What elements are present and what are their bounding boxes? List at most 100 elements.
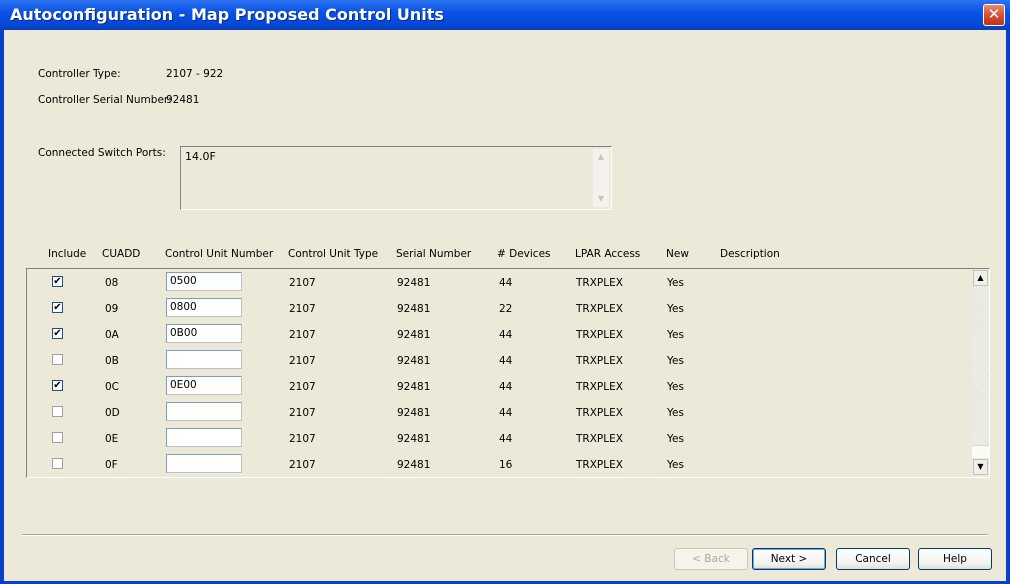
new-cell: Yes	[667, 407, 684, 419]
cu-number-input[interactable]: 0E00	[166, 376, 242, 395]
cu-number-input[interactable]: 0500	[166, 272, 242, 291]
lpar-cell: TRXPLEX	[576, 277, 623, 289]
col-header-description: Description	[720, 248, 780, 260]
table-row[interactable]: ✔ 08 0500 2107 92481 44 TRXPLEX Yes	[27, 270, 967, 296]
col-header-cuadd: CUADD	[102, 248, 141, 260]
table-row[interactable]: 0D 2107 92481 44 TRXPLEX Yes	[27, 400, 967, 426]
cuadd-cell: 08	[105, 277, 119, 289]
new-cell: Yes	[667, 303, 684, 315]
cu-type-cell: 2107	[289, 459, 316, 471]
col-header-cu-number: Control Unit Number	[165, 248, 274, 260]
lpar-cell: TRXPLEX	[576, 355, 623, 367]
cu-number-input[interactable]	[166, 428, 242, 447]
scroll-up-icon[interactable]: ▲	[593, 149, 609, 165]
devices-cell: 44	[499, 407, 513, 419]
cu-number-input[interactable]: 0800	[166, 298, 242, 317]
ports-scrollbar[interactable]: ▲ ▼	[593, 149, 609, 207]
include-checkbox[interactable]	[52, 406, 63, 417]
include-checkbox[interactable]: ✔	[52, 380, 63, 391]
connected-port-item: 14.0F	[185, 150, 216, 163]
grid-scrollbar[interactable]: ▲ ▼	[972, 269, 989, 477]
devices-cell: 44	[499, 329, 513, 341]
cu-type-cell: 2107	[289, 329, 316, 341]
new-cell: Yes	[667, 433, 684, 445]
controller-type-label: Controller Type:	[38, 68, 121, 80]
devices-cell: 44	[499, 277, 513, 289]
include-checkbox[interactable]	[52, 432, 63, 443]
new-cell: Yes	[667, 329, 684, 341]
serial-cell: 92481	[397, 355, 431, 367]
cu-type-cell: 2107	[289, 277, 316, 289]
cuadd-cell: 0C	[105, 381, 120, 393]
cu-number-input[interactable]: 0B00	[166, 324, 242, 343]
cuadd-cell: 09	[105, 303, 119, 315]
include-checkbox[interactable]: ✔	[52, 328, 63, 339]
serial-cell: 92481	[397, 433, 431, 445]
cu-type-cell: 2107	[289, 407, 316, 419]
scroll-up-icon[interactable]: ▲	[973, 270, 988, 286]
col-header-new: New	[666, 248, 689, 260]
controller-type-value: 2107 - 922	[166, 68, 224, 80]
controller-serial-value: 92481	[166, 94, 200, 106]
new-cell: Yes	[667, 381, 684, 393]
serial-cell: 92481	[397, 303, 431, 315]
include-checkbox[interactable]	[52, 458, 63, 469]
table-row[interactable]: 0E 2107 92481 44 TRXPLEX Yes	[27, 426, 967, 452]
col-header-devices: # Devices	[497, 248, 551, 260]
cancel-button[interactable]: Cancel	[836, 548, 910, 570]
cuadd-cell: 0D	[105, 407, 120, 419]
col-header-lpar: LPAR Access	[575, 248, 641, 260]
include-checkbox[interactable]	[52, 354, 63, 365]
next-button[interactable]: Next >	[752, 548, 826, 570]
devices-cell: 44	[499, 433, 513, 445]
devices-cell: 44	[499, 355, 513, 367]
devices-cell: 22	[499, 303, 513, 315]
dialog-window: Autoconfiguration - Map Proposed Control…	[0, 0, 1010, 584]
window-title: Autoconfiguration - Map Proposed Control…	[10, 5, 444, 24]
lpar-cell: TRXPLEX	[576, 433, 623, 445]
table-row[interactable]: 0B 2107 92481 44 TRXPLEX Yes	[27, 348, 967, 374]
close-icon[interactable]: ✕	[983, 4, 1005, 26]
cuadd-cell: 0F	[105, 459, 118, 471]
title-bar[interactable]: Autoconfiguration - Map Proposed Control…	[0, 0, 1010, 30]
cu-type-cell: 2107	[289, 303, 316, 315]
footer-divider	[22, 534, 988, 536]
serial-cell: 92481	[397, 407, 431, 419]
devices-cell: 16	[499, 459, 513, 471]
scroll-down-icon[interactable]: ▼	[593, 191, 609, 207]
col-header-cu-type: Control Unit Type	[288, 248, 379, 260]
cuadd-cell: 0E	[105, 433, 119, 445]
connected-ports-list[interactable]: 14.0F ▲ ▼	[180, 146, 612, 210]
cuadd-cell: 0B	[105, 355, 119, 367]
cu-number-input[interactable]	[166, 350, 242, 369]
table-row[interactable]: 0F 2107 92481 16 TRXPLEX Yes	[27, 452, 967, 477]
serial-cell: 92481	[397, 459, 431, 471]
cu-number-input[interactable]	[166, 402, 242, 421]
new-cell: Yes	[667, 459, 684, 471]
include-checkbox[interactable]: ✔	[52, 276, 63, 287]
dialog-body: Controller Type: 2107 - 922 Controller S…	[4, 30, 1006, 581]
back-button[interactable]: < Back	[674, 548, 748, 570]
lpar-cell: TRXPLEX	[576, 407, 623, 419]
cu-type-cell: 2107	[289, 381, 316, 393]
col-header-serial: Serial Number	[396, 248, 472, 260]
col-header-include: Include	[48, 248, 87, 260]
control-units-grid: ✔ 08 0500 2107 92481 44 TRXPLEX Yes ✔ 09 0800 2107 9…	[26, 268, 990, 478]
lpar-cell: TRXPLEX	[576, 303, 623, 315]
lpar-cell: TRXPLEX	[576, 381, 623, 393]
scroll-down-icon[interactable]: ▼	[973, 459, 988, 475]
table-row[interactable]: ✔ 0C 0E00 2107 92481 44 TRXPLEX Yes	[27, 374, 967, 400]
cuadd-cell: 0A	[105, 329, 119, 341]
serial-cell: 92481	[397, 381, 431, 393]
connected-ports-label: Connected Switch Ports:	[38, 147, 166, 159]
devices-cell: 44	[499, 381, 513, 393]
table-row[interactable]: ✔ 09 0800 2107 92481 22 TRXPLEX Yes	[27, 296, 967, 322]
scroll-thumb[interactable]	[972, 445, 989, 458]
include-checkbox[interactable]: ✔	[52, 302, 63, 313]
table-row[interactable]: ✔ 0A 0B00 2107 92481 44 TRXPLEX Yes	[27, 322, 967, 348]
cu-type-cell: 2107	[289, 355, 316, 367]
lpar-cell: TRXPLEX	[576, 329, 623, 341]
help-button[interactable]: Help	[918, 548, 992, 570]
cu-number-input[interactable]	[166, 454, 242, 473]
cu-type-cell: 2107	[289, 433, 316, 445]
